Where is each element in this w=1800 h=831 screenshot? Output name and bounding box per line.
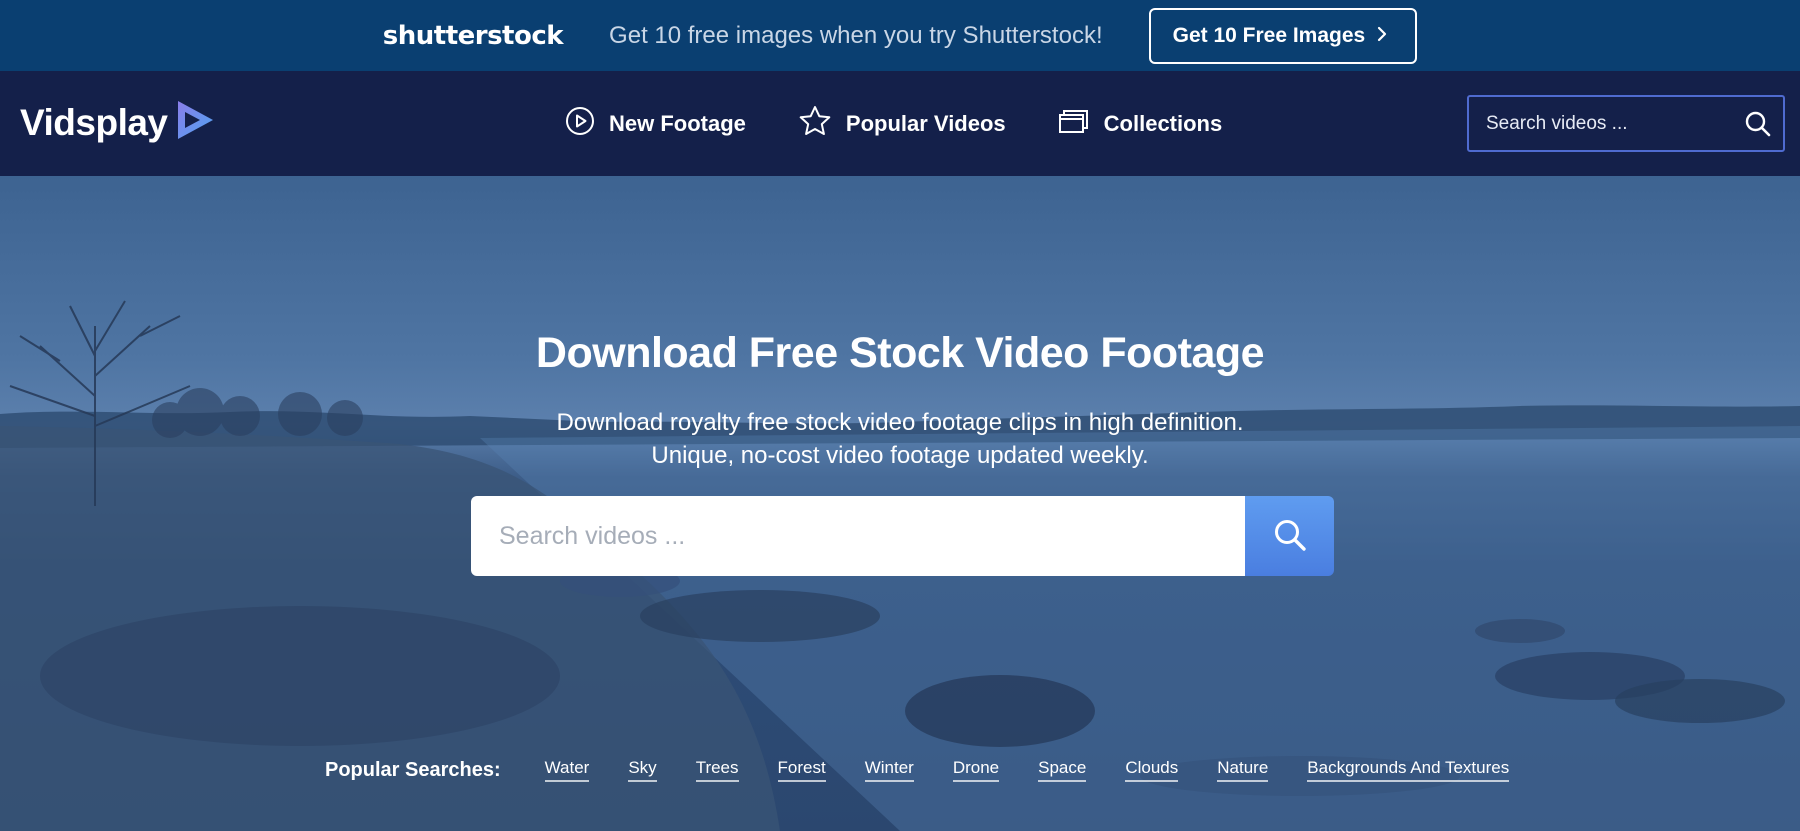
search-icon bbox=[1272, 517, 1308, 556]
popular-tag-trees[interactable]: Trees bbox=[695, 758, 739, 782]
nav-popular-videos-label: Popular Videos bbox=[845, 111, 1006, 136]
hero-subtitle: Download royalty free stock video footag… bbox=[0, 406, 1800, 472]
nav-collections-label: Collections bbox=[1103, 111, 1223, 136]
popular-tag-forest[interactable]: Forest bbox=[777, 758, 826, 782]
popular-tag-drone[interactable]: Drone bbox=[952, 758, 1000, 782]
header-search-input[interactable] bbox=[1469, 97, 1733, 150]
popular-tag-clouds[interactable]: Clouds bbox=[1125, 758, 1179, 782]
hero-search-input[interactable] bbox=[471, 496, 1245, 576]
nav-collections[interactable]: Collections bbox=[1058, 107, 1223, 141]
nav-new-footage-label: New Footage bbox=[609, 111, 746, 136]
nav-popular-videos[interactable]: Popular Videos bbox=[798, 105, 1006, 143]
popular-tag-water[interactable]: Water bbox=[544, 758, 590, 782]
header-search bbox=[1467, 95, 1785, 152]
nav-new-footage[interactable]: New Footage bbox=[565, 106, 746, 142]
promo-banner: shutterstock Get 10 free images when you… bbox=[0, 0, 1800, 71]
vidsplay-logo[interactable]: Vidsplay bbox=[20, 98, 216, 147]
promo-text: Get 10 free images when you try Shutters… bbox=[609, 21, 1103, 49]
shutterstock-logo[interactable]: shutterstock bbox=[383, 21, 564, 51]
main-nav: Vidsplay New Footage Popular Videos Coll… bbox=[0, 71, 1800, 176]
get-free-images-label: Get 10 Free Images bbox=[1172, 23, 1366, 47]
popular-tags: Water Sky Trees Forest Winter Drone Spac… bbox=[544, 758, 1510, 782]
play-circle-icon bbox=[565, 106, 595, 142]
popular-tag-nature[interactable]: Nature bbox=[1217, 758, 1269, 782]
collections-icon bbox=[1058, 107, 1090, 141]
star-icon bbox=[798, 105, 832, 143]
popular-tag-sky[interactable]: Sky bbox=[628, 758, 657, 782]
search-icon[interactable] bbox=[1733, 110, 1783, 138]
hero-title: Download Free Stock Video Footage bbox=[535, 329, 1265, 377]
hero-search bbox=[471, 496, 1334, 576]
hero-subtitle-line-1: Download royalty free stock video footag… bbox=[556, 409, 1244, 436]
nav-links: New Footage Popular Videos Collections bbox=[565, 105, 1222, 143]
popular-tag-backgrounds[interactable]: Backgrounds And Textures bbox=[1307, 758, 1510, 782]
popular-tag-space[interactable]: Space bbox=[1038, 758, 1087, 782]
get-free-images-button[interactable]: Get 10 Free Images bbox=[1148, 7, 1418, 64]
chevron-right-icon bbox=[1377, 24, 1387, 48]
play-logo-icon bbox=[174, 98, 216, 147]
popular-tag-winter[interactable]: Winter bbox=[864, 758, 914, 782]
hero-section: Download Free Stock Video Footage Downlo… bbox=[0, 176, 1800, 831]
hero-search-button[interactable] bbox=[1245, 496, 1334, 576]
hero-subtitle-line-2: Unique, no-cost video footage updated we… bbox=[651, 442, 1149, 469]
logo-text: Vidsplay bbox=[20, 101, 168, 143]
popular-searches: Popular Searches: Water Sky Trees Forest… bbox=[325, 758, 1510, 782]
popular-searches-label: Popular Searches: bbox=[325, 758, 501, 781]
